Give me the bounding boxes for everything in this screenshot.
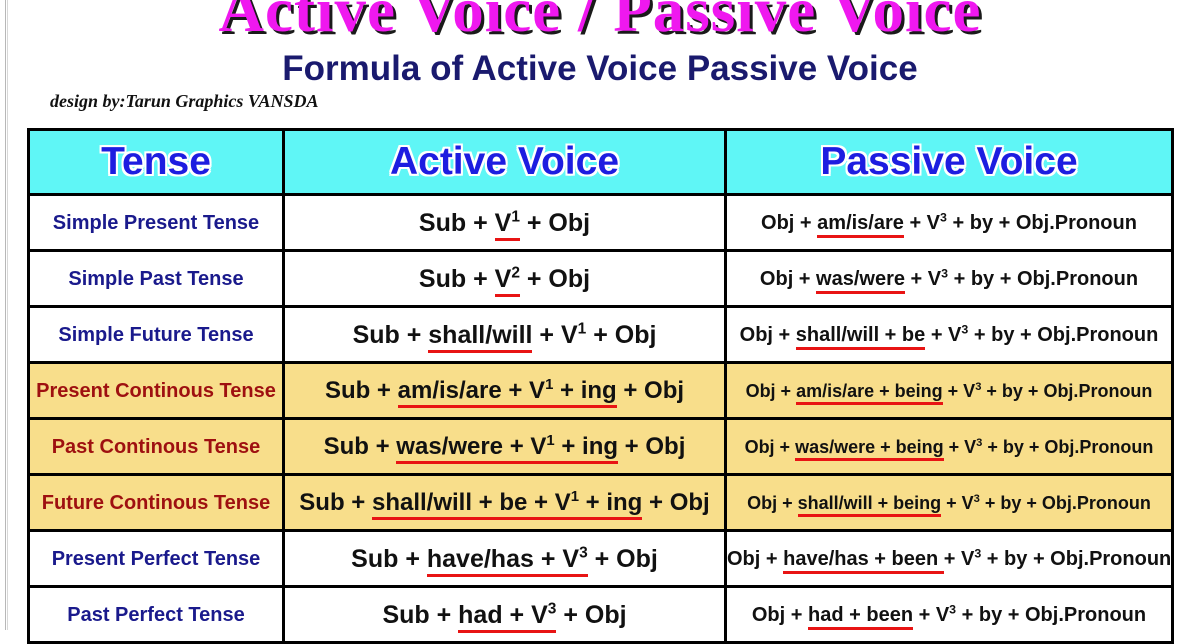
table-row: Simple Present Tense Sub + V1 + Obj Obj + … bbox=[27, 193, 1174, 252]
voice-formula-table: Tense Active Voice Passive Voice Simple … bbox=[27, 128, 1174, 644]
cell-tense: Simple Past Tense bbox=[27, 249, 285, 308]
cell-passive-formula: Obj + was/were + being + V3 + by + Obj.P… bbox=[724, 417, 1174, 476]
tense-label: Simple Present Tense bbox=[52, 211, 260, 234]
designer-credit: design by:Tarun Graphics VANSDA bbox=[50, 91, 319, 111]
active-voice-formula: Sub + V2 + Obj bbox=[419, 264, 590, 297]
cell-active-formula: Sub + shall/will + V1 + Obj bbox=[282, 305, 727, 364]
tense-label: Simple Past Tense bbox=[68, 267, 244, 290]
table-row: Past Perfect Tense Sub + had + V3 + Obj Ob… bbox=[27, 585, 1174, 644]
cell-active-formula: Sub + have/has + V3 + Obj bbox=[282, 529, 727, 588]
page-subtitle: Formula of Active Voice Passive Voice bbox=[282, 49, 918, 88]
cell-tense: Simple Future Tense bbox=[27, 305, 285, 364]
passive-voice-formula: Obj + am/is/are + V3 + by + Obj.Pronoun bbox=[761, 211, 1137, 238]
cell-passive-formula: Obj + am/is/are + being + V3 + by + Obj.… bbox=[724, 361, 1174, 420]
active-voice-formula: Sub + shall/will + V1 + Obj bbox=[353, 320, 656, 353]
cell-tense: Past Perfect Tense bbox=[27, 585, 285, 644]
cell-passive-formula: Obj + shall/will + being + V3 + by + Obj… bbox=[724, 473, 1174, 532]
page-title: Active Voice / Passive Voice bbox=[218, 0, 982, 45]
cell-passive-formula: Obj + had + been + V3 + by + Obj.Pronoun bbox=[724, 585, 1174, 644]
table-row: Present Perfect Tense Sub + have/has + V3… bbox=[27, 529, 1174, 588]
left-edge-rule bbox=[5, 0, 6, 630]
passive-voice-formula: Obj + shall/will + being + V3 + by + Obj… bbox=[747, 492, 1151, 517]
table-row: Simple Past Tense Sub + V2 + Obj Obj + was… bbox=[27, 249, 1174, 308]
column-header-tense: Tense bbox=[27, 128, 285, 196]
column-header-passive-voice: Passive Voice bbox=[724, 128, 1174, 196]
tense-label: Present Perfect Tense bbox=[51, 547, 261, 570]
cell-passive-formula: Obj + am/is/are + V3 + by + Obj.Pronoun bbox=[724, 193, 1174, 252]
table-row: Future Continous Tense Sub + shall/will +… bbox=[27, 473, 1174, 532]
cell-tense: Simple Present Tense bbox=[27, 193, 285, 252]
column-header-passive-voice-label: Passive Voice bbox=[820, 140, 1078, 183]
tense-label: Past Continous Tense bbox=[51, 435, 261, 458]
passive-voice-formula: Obj + had + been + V3 + by + Obj.Pronoun bbox=[752, 603, 1146, 630]
active-voice-formula: Sub + have/has + V3 + Obj bbox=[351, 544, 658, 577]
passive-voice-formula: Obj + am/is/are + being + V3 + by + Obj.… bbox=[746, 380, 1152, 405]
cell-active-formula: Sub + shall/will + be + V1 + ing + Obj bbox=[282, 473, 727, 532]
tense-label: Present Continous Tense bbox=[36, 379, 276, 402]
cell-passive-formula: Obj + was/were + V3 + by + Obj.Pronoun bbox=[724, 249, 1174, 308]
cell-tense: Present Continous Tense bbox=[27, 361, 285, 420]
cell-active-formula: Sub + V2 + Obj bbox=[282, 249, 727, 308]
column-header-active-voice-label: Active Voice bbox=[389, 140, 620, 183]
active-voice-formula: Sub + was/were + V1 + ing + Obj bbox=[324, 432, 685, 464]
cell-active-formula: Sub + am/is/are + V1 + ing + Obj bbox=[282, 361, 727, 420]
cell-active-formula: Sub + had + V3 + Obj bbox=[282, 585, 727, 644]
cell-tense: Past Continous Tense bbox=[27, 417, 285, 476]
passive-voice-formula: Obj + shall/will + be + V3 + by + Obj.Pr… bbox=[740, 323, 1158, 350]
passive-voice-formula: Obj + was/were + V3 + by + Obj.Pronoun bbox=[760, 267, 1138, 294]
table-row: Past Continous Tense Sub + was/were + V1 … bbox=[27, 417, 1174, 476]
passive-voice-formula: Obj + was/were + being + V3 + by + Obj.P… bbox=[745, 436, 1153, 461]
table-row: Simple Future Tense Sub + shall/will + V1… bbox=[27, 305, 1174, 364]
cell-tense: Present Perfect Tense bbox=[27, 529, 285, 588]
active-voice-formula: Sub + had + V3 + Obj bbox=[382, 600, 627, 633]
cell-passive-formula: Obj + shall/will + be + V3 + by + Obj.Pr… bbox=[724, 305, 1174, 364]
tense-label: Simple Future Tense bbox=[58, 323, 254, 346]
cell-active-formula: Sub + was/were + V1 + ing + Obj bbox=[282, 417, 727, 476]
tense-label: Past Perfect Tense bbox=[67, 603, 245, 626]
active-voice-formula: Sub + am/is/are + V1 + ing + Obj bbox=[325, 376, 684, 408]
active-voice-formula: Sub + shall/will + be + V1 + ing + Obj bbox=[299, 488, 710, 520]
passive-voice-formula: Obj + have/has + been + V3 + by + Obj.Pr… bbox=[729, 547, 1170, 574]
table-header-row: Tense Active Voice Passive Voice bbox=[27, 128, 1174, 196]
tense-label: Future Continous Tense bbox=[41, 491, 271, 514]
column-header-active-voice: Active Voice bbox=[282, 128, 727, 196]
cell-tense: Future Continous Tense bbox=[27, 473, 285, 532]
cell-passive-formula: Obj + have/has + been + V3 + by + Obj.Pr… bbox=[724, 529, 1174, 588]
active-voice-formula: Sub + V1 + Obj bbox=[419, 208, 590, 241]
left-edge-rule-secondary bbox=[7, 0, 8, 630]
column-header-tense-label: Tense bbox=[101, 140, 211, 183]
table-row: Present Continous Tense Sub + am/is/are +… bbox=[27, 361, 1174, 420]
cell-active-formula: Sub + V1 + Obj bbox=[282, 193, 727, 252]
table-body: Simple Present Tense Sub + V1 + Obj Obj + … bbox=[27, 193, 1174, 644]
